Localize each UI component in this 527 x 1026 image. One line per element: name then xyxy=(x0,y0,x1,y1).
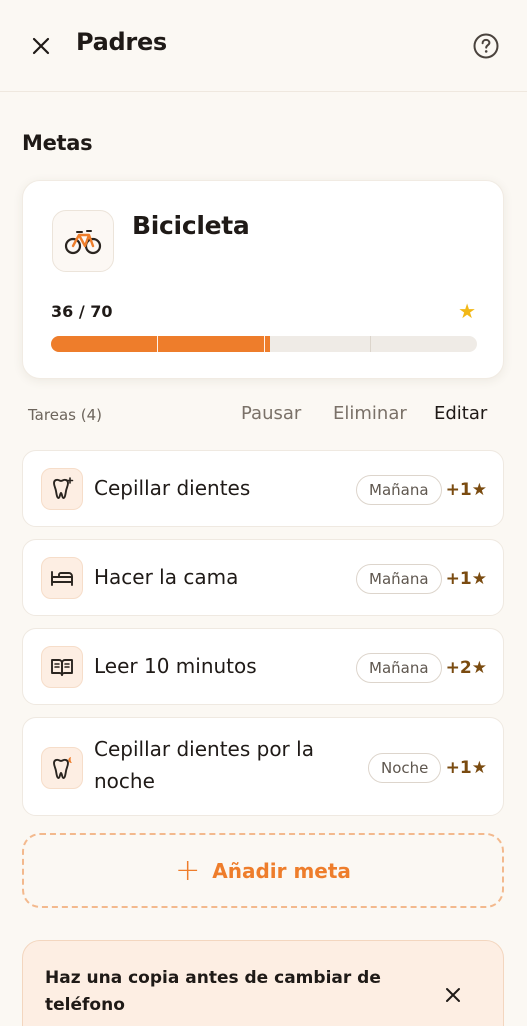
task-points: +1★ xyxy=(445,758,487,778)
book-icon xyxy=(41,646,83,688)
task-name: Cepillar dientes por la noche xyxy=(94,737,314,793)
edit-button[interactable]: Editar xyxy=(434,403,487,424)
task-time-badge: Noche xyxy=(368,753,442,783)
add-goal-button[interactable]: + Añadir meta xyxy=(22,833,504,908)
task-points: +1★ xyxy=(445,480,487,500)
task-card[interactable]: Leer 10 minutos Mañana +2★ xyxy=(22,628,504,705)
task-name: Leer 10 minutos xyxy=(94,654,257,678)
add-goal-label: Añadir meta xyxy=(212,858,351,883)
star-icon: ★ xyxy=(458,299,476,323)
goal-progress-bar xyxy=(51,336,477,352)
task-time-badge: Mañana xyxy=(356,564,442,594)
goal-progress-fill xyxy=(51,336,271,352)
goal-card[interactable]: Bicicleta 36 / 70 ★ xyxy=(22,180,504,379)
task-card[interactable]: Hacer la cama Mañana +1★ xyxy=(22,539,504,616)
goal-actions-row: Tareas (4) Pausar Eliminar Editar xyxy=(0,400,527,430)
page-title: Padres xyxy=(76,28,167,56)
tasks-count-label: Tareas (4) xyxy=(28,406,102,424)
bed-icon xyxy=(41,557,83,599)
backup-banner-text: Haz una copia antes de cambiar de teléfo… xyxy=(45,968,381,1015)
task-time-badge: Mañana xyxy=(356,475,442,505)
bicycle-icon xyxy=(52,210,114,272)
pause-button[interactable]: Pausar xyxy=(241,403,301,424)
delete-button[interactable]: Eliminar xyxy=(333,403,407,424)
section-title-goals: Metas xyxy=(22,131,93,155)
top-bar: Padres xyxy=(0,0,527,92)
goal-progress-text: 36 / 70 xyxy=(51,302,113,321)
progress-tick xyxy=(370,336,371,352)
goal-name: Bicicleta xyxy=(132,211,250,240)
help-circle-icon[interactable] xyxy=(472,32,500,60)
task-card[interactable]: Cepillar dientes Mañana +1★ xyxy=(22,450,504,527)
backup-banner: Haz una copia antes de cambiar de teléfo… xyxy=(22,940,504,1026)
close-icon[interactable] xyxy=(28,33,54,59)
task-time-badge: Mañana xyxy=(356,653,442,683)
task-points: +1★ xyxy=(445,569,487,589)
close-icon[interactable] xyxy=(442,984,464,1006)
progress-tick xyxy=(264,336,265,352)
task-name: Hacer la cama xyxy=(94,565,239,589)
task-points: +2★ xyxy=(445,658,487,678)
progress-tick xyxy=(157,336,158,352)
task-card[interactable]: Cepillar dientes por la noche Noche +1★ xyxy=(22,717,504,816)
tooth-sparkle-icon xyxy=(41,468,83,510)
tooth-moon-icon xyxy=(41,747,83,789)
task-name: Cepillar dientes xyxy=(94,476,251,500)
plus-icon: + xyxy=(175,852,201,888)
